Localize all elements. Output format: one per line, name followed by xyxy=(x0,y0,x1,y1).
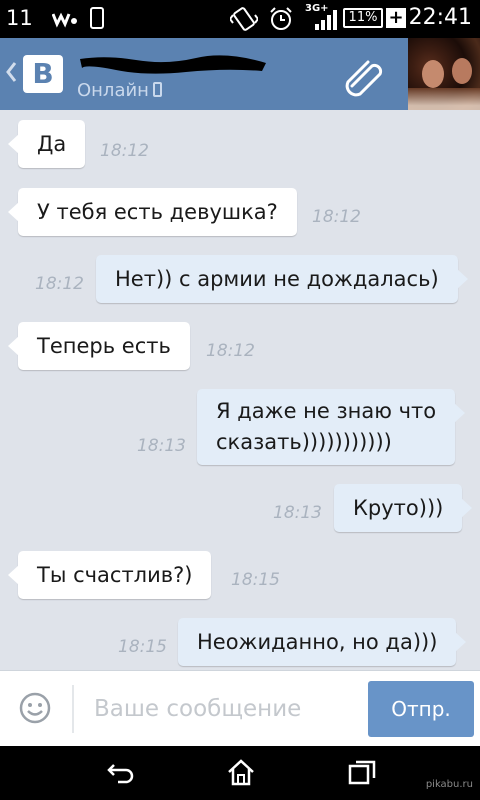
charging-icon: + xyxy=(386,8,406,28)
message-time: 18:15 xyxy=(231,570,280,590)
vk-logo[interactable]: В xyxy=(23,55,63,93)
message-time: 18:12 xyxy=(206,341,255,361)
recent-apps-icon[interactable] xyxy=(347,758,377,786)
walkman-icon xyxy=(52,12,77,28)
status-bar: 11 3G+ 11% + 22:41 xyxy=(0,0,480,38)
message-composer: Отпр. xyxy=(0,670,480,747)
message-line: Я даже не знаю что xyxy=(216,399,437,423)
phone-icon xyxy=(90,7,104,29)
battery-icon: 11% xyxy=(343,8,383,28)
watermark: pikabu.ru xyxy=(425,779,473,790)
mobile-icon xyxy=(152,82,162,97)
home-icon[interactable] xyxy=(226,758,256,786)
message-bubble-incoming[interactable]: Ты счастлив?) xyxy=(7,551,212,599)
contact-name-redacted[interactable] xyxy=(76,51,270,77)
message-bubble-incoming[interactable]: У тебя есть девушка? xyxy=(8,188,297,236)
message-time: 18:15 xyxy=(118,637,167,657)
clock: 22:41 xyxy=(408,5,472,30)
message-bubble-incoming[interactable]: Теперь есть xyxy=(8,322,190,370)
chat-header: В Онлайн xyxy=(0,38,480,110)
message-bubble-incoming[interactable]: Да xyxy=(7,120,86,168)
message-list[interactable]: Да 18:12 У тебя есть девушка? 18:12 18:1… xyxy=(0,110,480,670)
message-time: 18:13 xyxy=(273,503,322,523)
message-time: 18:13 xyxy=(137,436,186,456)
composer-divider xyxy=(72,685,74,733)
message-time: 18:12 xyxy=(100,141,149,161)
paperclip-icon[interactable] xyxy=(344,56,390,98)
alarm-icon xyxy=(270,7,292,30)
message-time: 18:12 xyxy=(35,274,84,294)
message-bubble-outgoing[interactable]: Нет)) с армии не дождалась) xyxy=(96,255,468,303)
online-label: Онлайн xyxy=(77,80,149,101)
message-bubble-outgoing[interactable]: Неожиданно, но да))) xyxy=(178,618,467,666)
signal-icon xyxy=(315,10,337,30)
system-navigation-bar: pikabu.ru xyxy=(0,746,480,800)
message-bubble-outgoing[interactable]: Я даже не знаю что сказать))))))))))) xyxy=(197,389,466,465)
message-line: сказать))))))))))) xyxy=(216,430,392,454)
message-time: 18:12 xyxy=(312,207,361,227)
message-input[interactable] xyxy=(94,689,354,729)
contact-avatar[interactable] xyxy=(408,38,480,110)
message-bubble-outgoing[interactable]: Круто))) xyxy=(334,484,473,532)
back-icon[interactable] xyxy=(106,761,136,785)
vibrate-icon xyxy=(230,7,258,31)
back-chevron-icon[interactable] xyxy=(4,60,18,84)
send-button[interactable]: Отпр. xyxy=(368,681,474,737)
online-status: Онлайн xyxy=(77,80,162,101)
notification-count: 11 xyxy=(6,6,33,30)
emoji-icon[interactable] xyxy=(19,692,51,724)
